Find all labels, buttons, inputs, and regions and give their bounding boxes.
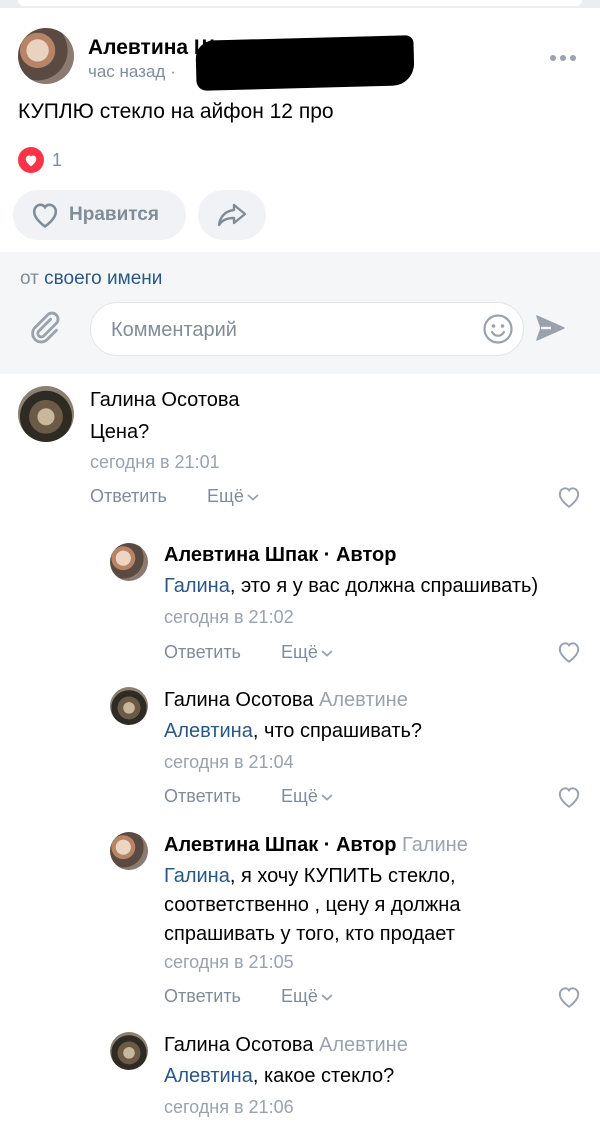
comment-avatar[interactable] <box>110 832 148 870</box>
comment-author[interactable]: Галина Осотова Алевтине <box>164 689 408 712</box>
mention-link[interactable]: Алевтина <box>164 720 253 742</box>
more-label: Ещё <box>207 486 244 506</box>
comment-author-name: Галина Осотова <box>164 689 314 711</box>
comment-body: , какое стекло? <box>252 1065 395 1087</box>
more-label: Ещё <box>281 786 318 806</box>
comment-avatar[interactable] <box>110 543 148 581</box>
reply-to-name[interactable]: Галине <box>402 834 468 856</box>
reply-button[interactable]: Ответить <box>164 786 241 807</box>
comment-input-box[interactable] <box>90 302 524 357</box>
comment-author[interactable]: Галина Осотова Алевтине <box>164 1034 408 1057</box>
comment-author-name: Алевтина Шпак <box>164 834 319 856</box>
chevron-down-icon <box>321 649 333 657</box>
comment-body: , что спрашивать? <box>252 720 423 742</box>
comment-author-name: Галина Осотова <box>90 389 240 411</box>
more-button[interactable]: Ещё <box>281 642 334 663</box>
comment-time: сегодня в 21:06 <box>164 1097 294 1117</box>
comment-like-icon[interactable] <box>556 985 582 1014</box>
chevron-down-icon <box>321 793 333 801</box>
comment-body-line: соответственно , цену я должна <box>164 894 461 916</box>
comment-text: Цена? <box>90 418 149 447</box>
comment-time: сегодня в 21:04 <box>164 752 294 772</box>
chevron-down-icon <box>247 493 259 501</box>
likes-count: 1 <box>52 149 63 170</box>
mention-link[interactable]: Алевтина <box>164 1065 253 1087</box>
post-time: час назад · <box>88 62 176 81</box>
comment-body: , я хочу КУПИТЬ стекло, <box>229 865 456 887</box>
comment-author[interactable]: Алевтина Шпак · Автор <box>164 544 396 567</box>
post-author-avatar[interactable] <box>18 28 74 84</box>
attach-icon[interactable] <box>26 308 64 353</box>
emoji-icon[interactable] <box>482 313 514 350</box>
author-badge: · Автор <box>318 544 397 566</box>
author-badge: · Автор <box>318 834 397 856</box>
comment-author-name: Алевтина Шпак <box>164 544 319 566</box>
more-label: Ещё <box>281 642 318 662</box>
reply-to-name[interactable]: Алевтине <box>319 689 408 711</box>
comment-like-icon[interactable] <box>556 785 582 814</box>
share-icon <box>217 203 247 227</box>
like-button-label: Нравится <box>69 204 159 225</box>
from-identity-link[interactable]: своего имени <box>44 268 162 289</box>
post-more-icon[interactable] <box>548 48 578 68</box>
comment-like-icon[interactable] <box>556 640 582 669</box>
heart-outline-icon <box>32 203 58 228</box>
more-button[interactable]: Ещё <box>281 986 334 1007</box>
more-button[interactable]: Ещё <box>281 786 334 807</box>
comment-author-name: Галина Осотова <box>164 1034 314 1056</box>
comment-from-row: от своего имени <box>20 268 162 290</box>
comment-body: , это я у вас должна спрашивать) <box>229 575 539 597</box>
comment-avatar[interactable] <box>110 687 148 725</box>
comment-like-icon[interactable] <box>556 485 582 514</box>
mention-link[interactable]: Галина <box>164 865 230 887</box>
comment-text: Алевтина, какое стекло? <box>164 1062 394 1091</box>
post-likes-summary[interactable]: 1 <box>18 147 62 173</box>
post-text: КУПЛЮ стекло на айфон 12 про <box>18 100 334 123</box>
from-prefix: от <box>20 268 39 289</box>
chevron-down-icon <box>321 993 333 1001</box>
comment-body: Цена? <box>90 421 150 443</box>
more-button[interactable]: Ещё <box>207 486 260 507</box>
comment-text: Алевтина, что спрашивать? <box>164 717 422 746</box>
mention-link[interactable]: Галина <box>164 575 230 597</box>
comment-avatar[interactable] <box>110 1032 148 1070</box>
comment-author[interactable]: Галина Осотова <box>90 389 239 412</box>
top-strip <box>0 0 600 8</box>
redaction-mark <box>195 35 415 91</box>
reply-button[interactable]: Ответить <box>164 642 241 663</box>
comment-text: Галина, я хочу КУПИТЬ стекло, соответств… <box>164 862 460 949</box>
reply-button[interactable]: Ответить <box>164 986 241 1007</box>
more-label: Ещё <box>281 986 318 1006</box>
reply-to-name[interactable]: Алевтине <box>319 1034 408 1056</box>
comment-time: сегодня в 21:05 <box>164 952 294 972</box>
heart-filled-icon <box>18 147 44 173</box>
comment-time: сегодня в 21:02 <box>164 607 294 627</box>
comment-avatar[interactable] <box>18 386 74 442</box>
send-icon[interactable] <box>534 312 566 349</box>
comment-time: сегодня в 21:01 <box>90 452 220 472</box>
comment-body-line: спрашивать у того, кто продает <box>164 923 455 945</box>
like-button[interactable]: Нравится <box>13 190 186 240</box>
comment-text: Галина, это я у вас должна спрашивать) <box>164 572 538 601</box>
comment-input[interactable] <box>109 303 473 357</box>
reply-button[interactable]: Ответить <box>90 486 167 507</box>
share-button[interactable] <box>198 190 266 240</box>
comment-author[interactable]: Алевтина Шпак · Автор Галине <box>164 834 468 857</box>
post-time-text: час назад <box>88 62 166 81</box>
